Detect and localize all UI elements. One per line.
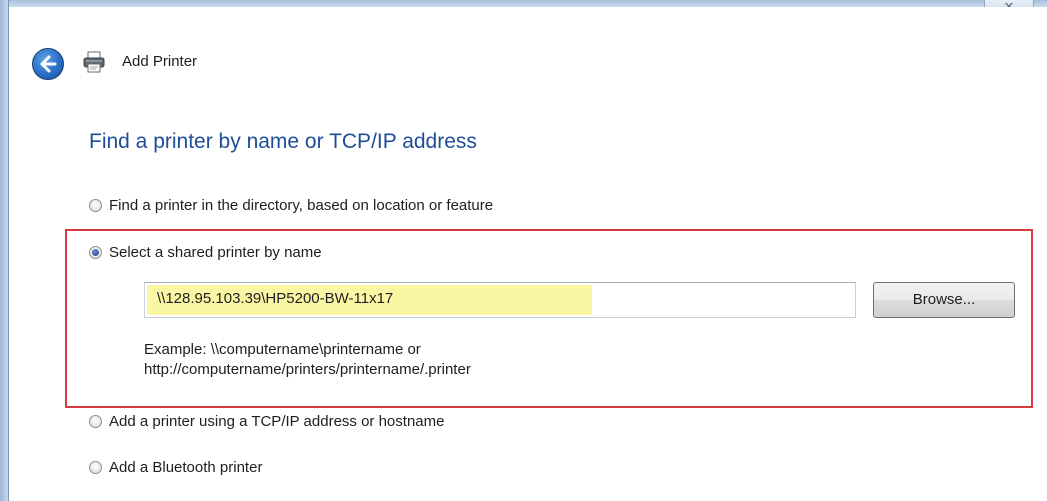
option-label: Add a Bluetooth printer xyxy=(109,459,263,476)
browse-button[interactable]: Browse... xyxy=(873,282,1015,318)
example-line-2: http://computername/printers/printername… xyxy=(144,361,471,378)
option-label: Find a printer in the directory, based o… xyxy=(109,197,494,214)
option-label: Select a shared printer by name xyxy=(109,244,322,261)
shared-printer-name-input[interactable]: \\128.95.103.39\HP5200-BW-11x17 xyxy=(144,282,856,318)
example-line-1: Example: \\computername\printername or xyxy=(144,341,421,358)
radio-button[interactable] xyxy=(89,199,102,212)
window-frame-top xyxy=(0,0,1047,7)
option-directory-search[interactable]: Find a printer in the directory, based o… xyxy=(89,197,493,214)
radio-button-selected[interactable] xyxy=(89,246,102,259)
window-title: Add Printer xyxy=(122,53,198,70)
page-heading: Find a printer by name or TCP/IP address xyxy=(89,130,477,153)
option-shared-printer-by-name[interactable]: Select a shared printer by name xyxy=(89,244,322,261)
example-text: Example: \\computername\printername or h… xyxy=(144,340,471,380)
back-arrow-icon xyxy=(40,55,57,73)
radio-button[interactable] xyxy=(89,415,102,428)
add-printer-window: ✕ Add Printer Find a printer by name or … xyxy=(0,0,1047,501)
printer-icon xyxy=(82,50,106,74)
option-bluetooth-printer[interactable]: Add a Bluetooth printer xyxy=(89,459,262,476)
option-label: Add a printer using a TCP/IP address or … xyxy=(109,413,445,430)
window-frame-left xyxy=(0,0,9,501)
option-tcpip-address[interactable]: Add a printer using a TCP/IP address or … xyxy=(89,413,444,430)
radio-button[interactable] xyxy=(89,461,102,474)
back-button[interactable] xyxy=(32,48,64,80)
input-value: \\128.95.103.39\HP5200-BW-11x17 xyxy=(157,290,394,307)
